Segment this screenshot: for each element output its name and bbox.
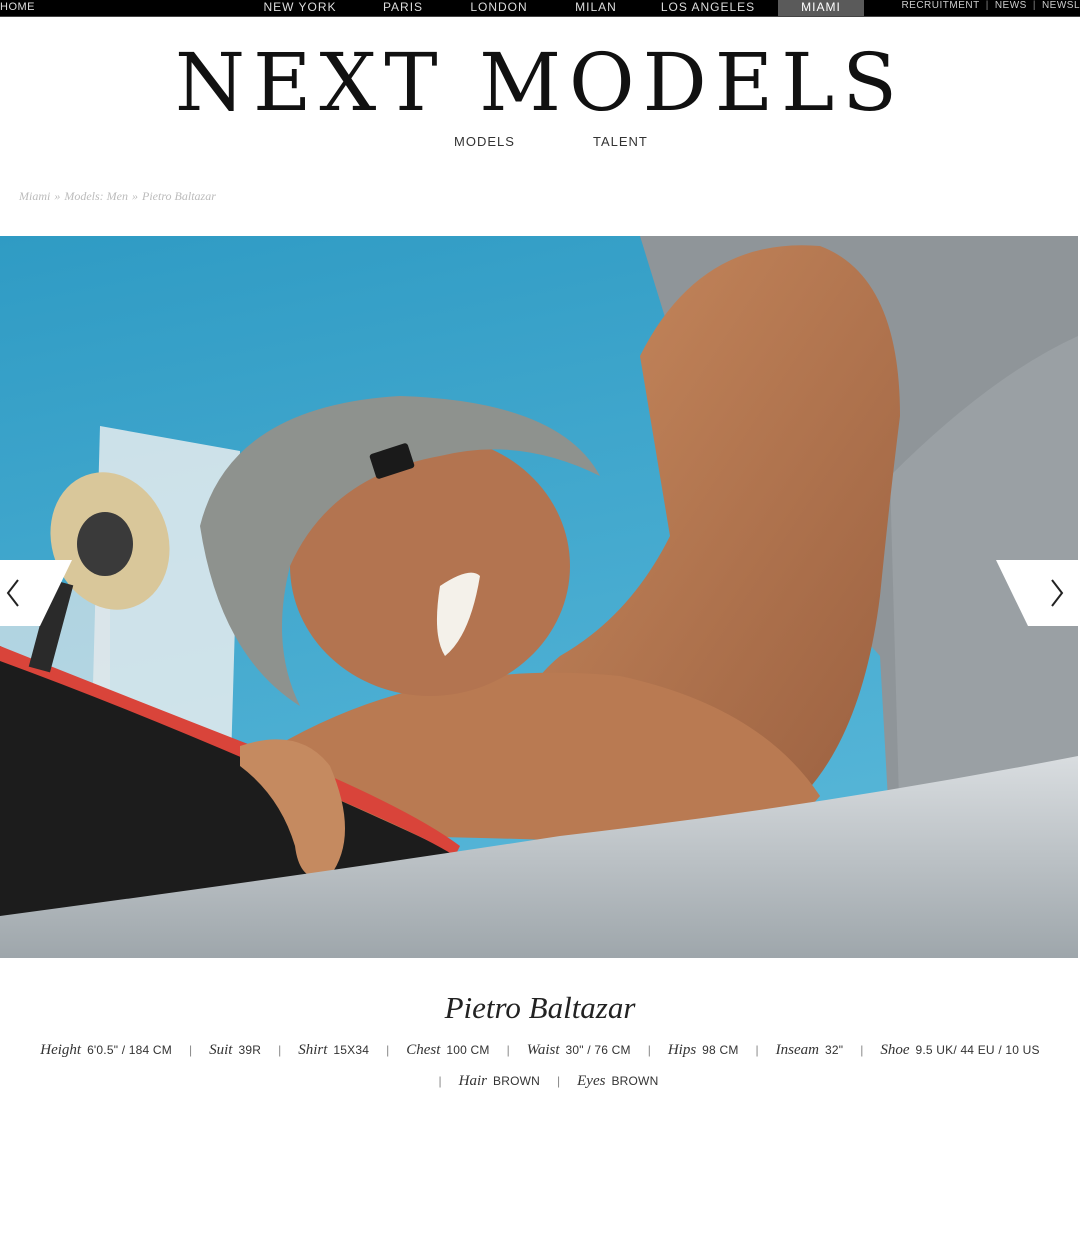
stat-value: BROWN bbox=[611, 1074, 659, 1088]
nav-right-links: RECRUITMENT | NEWS | NEWSL bbox=[901, 0, 1080, 12]
nav-city-paris[interactable]: PARIS bbox=[376, 0, 430, 16]
stat-value: 100 CM bbox=[446, 1043, 490, 1057]
top-navigation-bar: HOME NEW YORK PARIS LONDON MILAN LOS ANG… bbox=[0, 0, 1080, 17]
stat-hair: Hair BROWN bbox=[459, 1073, 540, 1090]
stat-label: Chest bbox=[406, 1042, 441, 1058]
stat-inseam: Inseam 32" bbox=[776, 1042, 844, 1059]
stat-value: BROWN bbox=[493, 1074, 540, 1088]
stat-suit: Suit 39R bbox=[209, 1042, 261, 1059]
stat-label: Suit bbox=[209, 1042, 233, 1058]
stat-separator: | bbox=[278, 1043, 282, 1057]
stat-separator: | bbox=[386, 1043, 390, 1057]
next-photo-button[interactable] bbox=[996, 560, 1078, 626]
site-logo[interactable]: NEXT MODELS bbox=[0, 38, 1080, 128]
stat-separator: | bbox=[755, 1043, 759, 1057]
breadcrumb: Miami» Models: Men» Pietro Baltazar bbox=[19, 189, 216, 204]
model-stats-row-1: Height 6'0.5" / 184 CM | Suit 39R | Shirt 15X34… bbox=[0, 1042, 1080, 1059]
stat-height: Height 6'0.5" / 184 CM bbox=[40, 1042, 172, 1059]
stat-hips: Hips 98 CM bbox=[668, 1042, 739, 1059]
stat-separator: | bbox=[438, 1074, 442, 1088]
breadcrumb-separator: » bbox=[132, 189, 138, 203]
nav-recruitment-link[interactable]: RECRUITMENT bbox=[901, 0, 979, 11]
stat-value: 39R bbox=[238, 1043, 262, 1057]
nav-separator: | bbox=[1032, 0, 1036, 11]
stat-shoe: Shoe 9.5 UK/ 44 EU / 10 US bbox=[880, 1042, 1039, 1059]
stat-separator: | bbox=[189, 1043, 193, 1057]
stat-label: Waist bbox=[526, 1042, 560, 1058]
breadcrumb-models-men[interactable]: Models: Men bbox=[64, 189, 128, 203]
stat-label: Inseam bbox=[775, 1042, 819, 1058]
nav-news-link[interactable]: NEWS bbox=[995, 0, 1027, 11]
nav-city-los-angeles[interactable]: LOS ANGELES bbox=[660, 0, 756, 16]
nav-separator: | bbox=[985, 0, 989, 11]
model-name: Pietro Baltazar bbox=[444, 990, 636, 1025]
stat-separator: | bbox=[647, 1043, 651, 1057]
nav-newsletter-link[interactable]: NEWSL bbox=[1042, 0, 1080, 11]
breadcrumb-current: Pietro Baltazar bbox=[142, 189, 216, 203]
stat-separator: | bbox=[506, 1043, 510, 1057]
nav-city-milan[interactable]: MILAN bbox=[570, 0, 622, 16]
stat-shirt: Shirt 15X34 bbox=[298, 1042, 369, 1059]
stat-separator: | bbox=[860, 1043, 864, 1057]
main-nav-models[interactable]: MODELS bbox=[454, 134, 515, 149]
model-stats-row-2: | Hair BROWN | Eyes BROWN bbox=[0, 1073, 1080, 1090]
nav-city-miami[interactable]: MIAMI bbox=[778, 0, 864, 16]
main-nav-talent[interactable]: TALENT bbox=[593, 134, 648, 149]
stat-value: 30" / 76 CM bbox=[565, 1043, 631, 1057]
stat-label: Hair bbox=[458, 1073, 487, 1089]
model-photo bbox=[0, 236, 1078, 958]
stat-label: Shirt bbox=[298, 1042, 328, 1058]
stat-chest: Chest 100 CM bbox=[406, 1042, 489, 1059]
nav-city-new-york[interactable]: NEW YORK bbox=[262, 0, 338, 16]
stat-label: Eyes bbox=[577, 1073, 606, 1089]
nav-home-link[interactable]: HOME bbox=[0, 0, 35, 14]
stat-value: 32" bbox=[824, 1043, 844, 1057]
nav-city-london[interactable]: LONDON bbox=[466, 0, 532, 16]
stat-value: 15X34 bbox=[333, 1043, 370, 1057]
model-photo-illustration bbox=[0, 236, 1078, 958]
breadcrumb-separator: » bbox=[54, 189, 61, 203]
stat-value: 9.5 UK/ 44 EU / 10 US bbox=[915, 1043, 1040, 1057]
stat-label: Hips bbox=[667, 1042, 697, 1058]
stat-label: Height bbox=[40, 1042, 82, 1058]
stat-eyes: Eyes BROWN bbox=[577, 1073, 658, 1090]
breadcrumb-miami[interactable]: Miami bbox=[19, 189, 50, 203]
stat-waist: Waist 30" / 76 CM bbox=[527, 1042, 631, 1059]
stat-value: 6'0.5" / 184 CM bbox=[87, 1043, 172, 1057]
stat-value: 98 CM bbox=[702, 1043, 739, 1057]
stat-label: Shoe bbox=[880, 1042, 910, 1058]
previous-photo-button[interactable] bbox=[0, 560, 72, 626]
stat-separator: | bbox=[557, 1074, 561, 1088]
